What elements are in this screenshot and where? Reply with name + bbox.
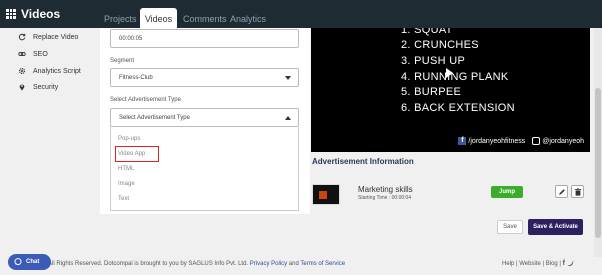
facebook-icon[interactable]: f: [563, 260, 565, 267]
ad-type-label: Select Advertisement Type: [110, 97, 181, 103]
option-image[interactable]: Image: [118, 181, 135, 187]
facebook-handle: /jordanyeohfitness: [468, 137, 526, 145]
jump-button[interactable]: Jump: [491, 186, 523, 198]
instagram-icon: [532, 137, 541, 145]
pencil-icon: [559, 189, 565, 195]
copyright-text: s. All Rights Reserved. Dotcompal is bro…: [42, 261, 249, 267]
chat-bubble-icon: [14, 258, 22, 266]
link-icon: [18, 51, 26, 57]
chevron-up-icon: [285, 116, 291, 120]
chat-label: Chat: [26, 259, 40, 265]
footer-copyright: s. All Rights Reserved. Dotcompal is bro…: [42, 261, 345, 267]
start-time-field[interactable]: 00:00:05: [110, 29, 299, 48]
refresh-icon: [18, 33, 26, 41]
video-text-line: 3. PUSH UP: [401, 55, 466, 67]
app-title: Videos: [21, 7, 61, 21]
chevron-down-icon: [285, 76, 291, 80]
sidebar-item-security[interactable]: Security: [18, 81, 58, 93]
segment-label: Segment: [110, 58, 135, 64]
sidebar: Replace Video SEO Analytics Script Secur…: [0, 28, 100, 118]
ad-info-heading: Advertisement Information: [312, 157, 414, 166]
ad-type-dropdown: Pop-ups Video App HTML Image Text: [110, 127, 299, 211]
option-html[interactable]: HTML: [118, 166, 134, 172]
video-text-line: 1. SQUAT: [401, 28, 453, 36]
footer-links: Help | Website | Blog | f: [502, 260, 574, 267]
ad-settings-card: 00:00:05 Segment Fitness-Club Select Adv…: [100, 28, 310, 214]
sidebar-item-label: Security: [33, 83, 59, 91]
instagram-handle: @jordanyeoh: [542, 137, 584, 145]
scrollbar-thumb[interactable]: [595, 88, 601, 238]
edit-button[interactable]: [555, 185, 568, 198]
highlight-box: [115, 146, 159, 162]
tab-comments[interactable]: Comments: [183, 8, 227, 28]
sidebar-item-analytics-script[interactable]: Analytics Script: [18, 65, 81, 77]
sidebar-item-seo[interactable]: SEO: [18, 48, 48, 60]
play-icon[interactable]: [446, 68, 453, 78]
top-bar: Videos Projects Videos Comments Analytic…: [0, 0, 602, 28]
footer: s. All Rights Reserved. Dotcompal is bro…: [0, 257, 602, 275]
video-text-line: 5. BURPEE: [401, 86, 462, 98]
sidebar-item-label: SEO: [33, 50, 48, 58]
trash-icon: [574, 188, 582, 196]
privacy-policy-link[interactable]: Privacy Policy: [250, 261, 287, 267]
sidebar-item-label: Analytics Script: [33, 67, 81, 75]
video-text-line: 2. CRUNCHES: [401, 39, 479, 51]
tab-projects[interactable]: Projects: [104, 8, 137, 28]
option-text[interactable]: Text: [118, 196, 129, 202]
scrollbar[interactable]: [594, 28, 602, 257]
save-button[interactable]: Save: [497, 220, 523, 234]
tab-analytics[interactable]: Analytics: [230, 8, 266, 28]
delete-button[interactable]: [571, 185, 584, 198]
save-activate-button[interactable]: Save & Activate: [528, 219, 583, 235]
gear-icon: [18, 67, 26, 75]
option-pop-ups[interactable]: Pop-ups: [118, 136, 140, 142]
ad-row: Marketing skills Starting Time : 00:00:0…: [311, 177, 590, 209]
video-social-handles: f /jordanyeohfitness @jordanyeoh: [458, 137, 584, 145]
blog-link[interactable]: Blog: [546, 261, 558, 267]
tab-videos[interactable]: Videos: [140, 8, 177, 28]
ad-type-value: Select Advertisement Type: [119, 115, 190, 121]
website-link[interactable]: Website: [519, 261, 541, 267]
segment-value: Fitness-Club: [119, 75, 153, 81]
segment-select[interactable]: Fitness-Club: [110, 68, 299, 87]
ad-type-select[interactable]: Select Advertisement Type: [110, 108, 299, 127]
sidebar-item-label: Replace Video: [33, 33, 79, 41]
chat-button[interactable]: Chat: [8, 254, 51, 270]
location-pin-icon: [19, 84, 25, 91]
terms-link[interactable]: Terms of Service: [300, 261, 345, 267]
ad-thumbnail: [312, 184, 340, 205]
and-text: and: [288, 261, 299, 267]
help-link[interactable]: Help: [502, 261, 514, 267]
video-player[interactable]: 1. SQUAT 2. CRUNCHES 3. PUSH UP 4. RUNNI…: [311, 28, 590, 152]
facebook-icon: f: [458, 137, 467, 145]
apps-grid-icon[interactable]: [6, 9, 16, 19]
ad-title: Marketing skills: [358, 185, 413, 194]
ad-start-time: Starting Time : 00:00:04: [358, 195, 412, 201]
twitter-icon[interactable]: [567, 260, 574, 267]
video-text-line: 4. RUNNING PLANK: [401, 71, 509, 83]
sidebar-item-replace-video[interactable]: Replace Video: [18, 31, 78, 43]
video-text-line: 6. BACK EXTENSION: [401, 102, 515, 114]
